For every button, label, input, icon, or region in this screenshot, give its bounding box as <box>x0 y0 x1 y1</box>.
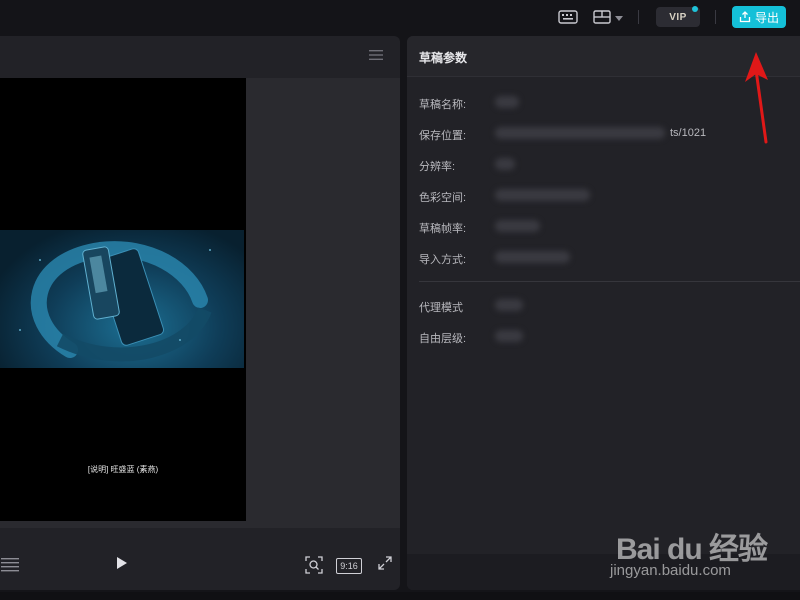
export-label: 导出 <box>754 10 779 25</box>
color-space-value <box>495 189 590 201</box>
watermark: Bai du 经验 jingyan.baidu.com <box>610 518 790 588</box>
aspect-ratio-button[interactable]: 9:16 <box>336 558 362 574</box>
menu-icon[interactable] <box>369 48 385 62</box>
preview-canvas: [说明] 旺盛蓝 (素燕) <box>0 78 400 528</box>
keyboard-icon[interactable] <box>557 8 579 26</box>
free-layer-value <box>495 330 523 342</box>
import-method-value <box>495 251 570 263</box>
panel-title: 草稿参数 <box>419 51 468 65</box>
zoom-fit-icon[interactable] <box>304 556 324 574</box>
export-button[interactable]: 导出 <box>732 6 786 28</box>
import-method-label: 导入方式: <box>419 254 467 266</box>
save-location-label: 保存位置: <box>419 130 467 142</box>
watermark-url: jingyan.baidu.com <box>610 562 731 579</box>
separator <box>638 10 639 24</box>
layout-icon[interactable] <box>592 8 612 26</box>
bottom-strip <box>0 592 800 600</box>
frame-rate-label: 草稿帧率: <box>419 223 467 235</box>
video-frame: [说明] 旺盛蓝 (素燕) <box>0 78 246 521</box>
draft-name-label: 草稿名称: <box>419 99 467 111</box>
free-layer-label: 自由层级: <box>419 333 467 345</box>
top-bar: VIP 导出 <box>0 0 800 34</box>
resolution-value <box>495 158 515 170</box>
play-icon[interactable] <box>114 556 130 570</box>
chevron-down-icon[interactable] <box>614 10 624 28</box>
proxy-mode-label: 代理模式 <box>419 302 463 314</box>
annotation-arrow <box>745 52 768 144</box>
save-location-value <box>495 127 665 139</box>
save-location-tail: ts/1021 <box>670 127 707 139</box>
frame-rate-value <box>495 220 540 232</box>
resolution-label: 分辨率: <box>419 161 456 173</box>
fullscreen-icon[interactable] <box>376 556 394 570</box>
list-icon[interactable] <box>0 556 20 572</box>
export-icon <box>739 11 751 23</box>
video-scene-image <box>0 230 244 368</box>
color-space-label: 色彩空间: <box>419 192 467 204</box>
video-subtitle: [说明] 旺盛蓝 (素燕) <box>87 465 159 474</box>
notification-dot <box>692 6 698 12</box>
separator <box>715 10 716 24</box>
player-panel: [说明] 旺盛蓝 (素燕) 9:16 <box>0 36 400 590</box>
proxy-mode-value <box>495 299 523 311</box>
divider <box>419 281 800 282</box>
draft-name-value <box>495 96 519 108</box>
